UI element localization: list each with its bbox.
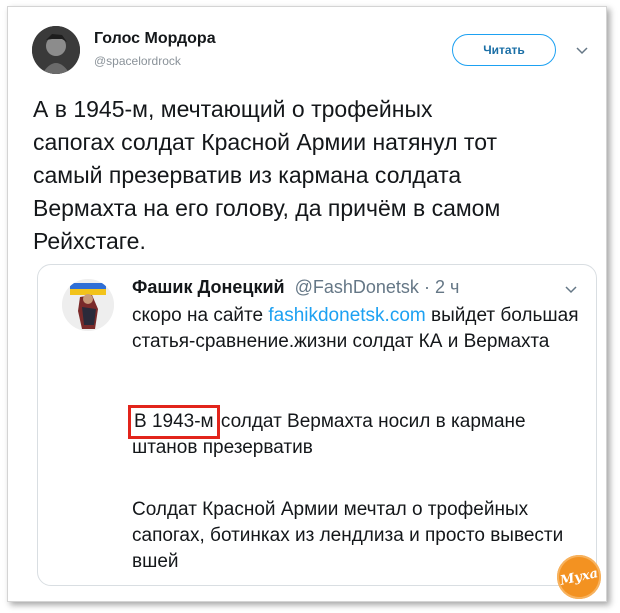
quoted-tweet[interactable]: Фашик Донецкий @FashDonetsk · 2 ч скоро … — [37, 264, 597, 586]
quoted-paragraph: Солдат Красной Армии мечтал о трофейных … — [132, 499, 564, 572]
quoted-author-avatar[interactable] — [62, 279, 114, 331]
quoted-time[interactable]: 2 ч — [435, 277, 459, 297]
quoted-link[interactable]: fashikdonetsk.com — [268, 305, 425, 326]
quoted-author-name[interactable]: Фашик Донецкий — [132, 277, 285, 297]
quoted-header: Фашик Донецкий @FashDonetsk · 2 ч — [132, 277, 459, 298]
author-handle[interactable]: @spacelordrock — [94, 54, 181, 68]
tweet-text: А в 1945-м, мечтающий о трофейных сапога… — [33, 96, 501, 254]
tweet-card: Голос Мордора @spacelordrock Читать А в … — [7, 6, 607, 602]
highlight-box: В 1943-м — [128, 405, 220, 439]
author-name[interactable]: Голос Мордора — [94, 30, 216, 48]
chevron-down-icon[interactable] — [576, 46, 588, 56]
quoted-paragraph: В 1943-м солдат Вермахта носил в кармане… — [128, 405, 526, 458]
follow-button[interactable]: Читать — [452, 34, 556, 66]
author-avatar[interactable] — [32, 26, 80, 74]
quoted-author-handle[interactable]: @FashDonetsk — [290, 277, 419, 297]
chevron-down-icon[interactable] — [565, 285, 577, 295]
quoted-paragraph: скоро на сайте fashikdonetsk.com выйдет … — [132, 305, 579, 352]
quoted-separator: · — [418, 277, 435, 297]
